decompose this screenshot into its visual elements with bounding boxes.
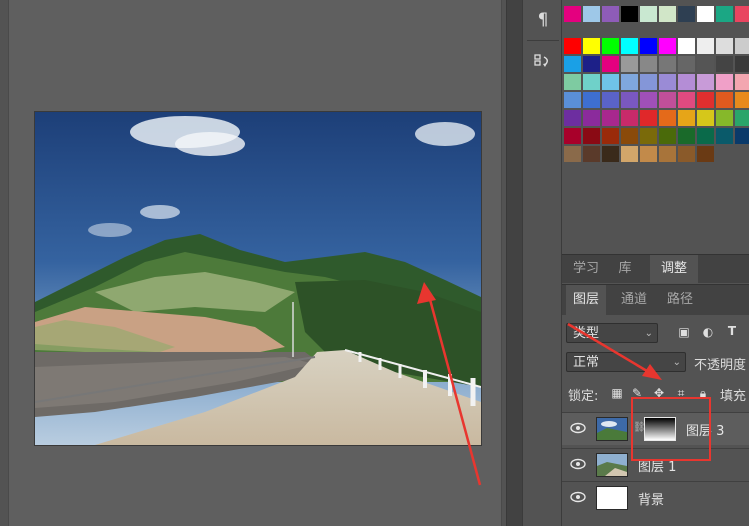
color-swatch[interactable] [716, 38, 733, 54]
tabs-top-bar: 学习 库 调整 [562, 254, 749, 283]
tab-layers[interactable]: 图层 [566, 285, 606, 315]
color-swatch[interactable] [678, 56, 695, 72]
panel-divider [506, 0, 522, 526]
color-swatch[interactable] [659, 74, 676, 90]
color-swatch[interactable] [640, 38, 657, 54]
color-swatch[interactable] [697, 128, 714, 144]
color-swatch[interactable] [583, 128, 600, 144]
color-swatch[interactable] [564, 38, 581, 54]
color-swatch[interactable] [697, 74, 714, 90]
color-swatch[interactable] [697, 92, 714, 108]
color-swatch[interactable] [640, 6, 657, 22]
tab-channels[interactable]: 通道 [614, 285, 654, 315]
color-swatch[interactable] [583, 110, 600, 126]
color-swatch[interactable] [583, 38, 600, 54]
red-annotation-overlay [567, 322, 711, 461]
paragraph-icon[interactable]: ¶ [529, 6, 557, 34]
color-swatch[interactable] [659, 128, 676, 144]
layer-name[interactable]: 背景 [638, 489, 664, 508]
tab-learn[interactable]: 学习 [566, 255, 606, 283]
layer-thumbnail [596, 486, 628, 510]
color-swatch[interactable] [602, 110, 619, 126]
color-swatch[interactable] [716, 92, 733, 108]
color-swatch[interactable] [564, 74, 581, 90]
eye-icon[interactable] [570, 491, 586, 503]
color-swatch[interactable] [716, 110, 733, 126]
color-swatch[interactable] [602, 6, 619, 22]
color-swatch[interactable] [640, 146, 657, 162]
tab-paths[interactable]: 路径 [660, 285, 700, 315]
color-swatch[interactable] [583, 74, 600, 90]
tab-library[interactable]: 库 [608, 255, 642, 283]
color-swatch[interactable] [735, 56, 749, 72]
color-swatch[interactable] [678, 74, 695, 90]
color-swatch[interactable] [621, 6, 638, 22]
color-swatch[interactable] [564, 6, 581, 22]
color-swatch[interactable] [659, 6, 676, 22]
color-swatch[interactable] [583, 92, 600, 108]
color-swatch[interactable] [716, 6, 733, 22]
color-swatch[interactable] [564, 92, 581, 108]
color-swatch[interactable] [659, 110, 676, 126]
color-swatch[interactable] [602, 146, 619, 162]
color-swatch[interactable] [678, 38, 695, 54]
color-swatch[interactable] [678, 6, 695, 22]
color-swatch[interactable] [678, 146, 695, 162]
color-swatch[interactable] [735, 128, 749, 144]
color-swatch[interactable] [621, 56, 638, 72]
history-icon[interactable] [529, 48, 557, 76]
color-swatch[interactable] [640, 74, 657, 90]
color-swatch[interactable] [735, 110, 749, 126]
history-glyph-icon [534, 54, 548, 67]
color-swatch[interactable] [716, 56, 733, 72]
color-swatch[interactable] [583, 56, 600, 72]
color-swatch[interactable] [602, 128, 619, 144]
color-swatch[interactable] [621, 38, 638, 54]
color-swatch[interactable] [621, 74, 638, 90]
color-swatch[interactable] [621, 92, 638, 108]
color-swatch[interactable] [697, 146, 714, 162]
color-swatch[interactable] [659, 56, 676, 72]
tab-adjustments[interactable]: 调整 [650, 255, 698, 283]
side-tool-column: ¶ [522, 0, 562, 526]
layer-row-background[interactable]: 背景 [562, 481, 749, 514]
color-swatch[interactable] [602, 92, 619, 108]
color-swatch[interactable] [564, 146, 581, 162]
color-swatch[interactable] [621, 110, 638, 126]
color-swatch[interactable] [735, 74, 749, 90]
color-swatch[interactable] [735, 6, 749, 22]
color-swatch[interactable] [716, 74, 733, 90]
color-swatch[interactable] [697, 6, 714, 22]
color-swatch[interactable] [735, 38, 749, 54]
color-swatch[interactable] [583, 146, 600, 162]
color-swatch[interactable] [640, 56, 657, 72]
color-swatch[interactable] [640, 92, 657, 108]
color-swatch[interactable] [697, 56, 714, 72]
color-swatch[interactable] [735, 92, 749, 108]
color-swatch[interactable] [602, 38, 619, 54]
color-swatch[interactable] [564, 128, 581, 144]
color-swatch[interactable] [640, 110, 657, 126]
color-swatch[interactable] [640, 128, 657, 144]
color-swatch[interactable] [659, 38, 676, 54]
color-swatch[interactable] [678, 110, 695, 126]
color-swatch[interactable] [564, 56, 581, 72]
red-arrow-annotation [417, 282, 482, 486]
color-swatch[interactable] [678, 128, 695, 144]
color-swatch[interactable] [583, 6, 600, 22]
tabs-layers-bar: 图层 通道 路径 [562, 284, 749, 315]
color-swatch[interactable] [697, 110, 714, 126]
color-swatch[interactable] [716, 128, 733, 144]
color-swatch[interactable] [602, 56, 619, 72]
swatches-panel [562, 0, 749, 250]
color-swatch[interactable] [621, 146, 638, 162]
color-swatch[interactable] [697, 38, 714, 54]
color-swatch[interactable] [659, 92, 676, 108]
color-swatch[interactable] [659, 146, 676, 162]
color-swatch[interactable] [564, 110, 581, 126]
color-swatch[interactable] [602, 74, 619, 90]
color-swatch[interactable] [678, 92, 695, 108]
tool-separator [527, 40, 559, 41]
color-swatch[interactable] [621, 128, 638, 144]
